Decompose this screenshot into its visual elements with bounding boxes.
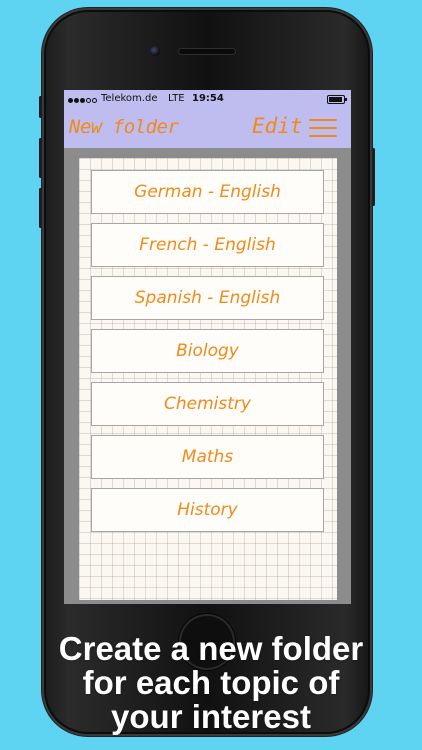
mute-switch	[39, 96, 42, 118]
battery-icon	[327, 95, 347, 104]
folder-item[interactable]: German - English	[91, 170, 324, 214]
network-type: LTE	[168, 93, 185, 104]
caption-line: for each topic of	[82, 664, 340, 701]
caption-line: your interest	[111, 698, 311, 735]
app-screen: Telekom.de LTE 19:54 New folder Edit Ger…	[64, 90, 351, 604]
new-folder-button[interactable]: New folder	[69, 116, 179, 138]
earpiece-speaker	[178, 48, 236, 55]
hamburger-menu-icon[interactable]	[309, 117, 337, 139]
folder-list-background: German - English French - English Spanis…	[79, 158, 337, 600]
navigation-bar: New folder Edit	[64, 110, 351, 148]
caption-line: Create a new folder	[58, 630, 364, 667]
status-bar: Telekom.de LTE 19:54	[64, 90, 351, 110]
volume-down-button	[39, 188, 42, 228]
carrier-name: Telekom.de	[101, 93, 158, 104]
front-camera	[150, 46, 160, 56]
volume-up-button	[39, 138, 42, 178]
edit-button[interactable]: Edit	[252, 114, 303, 138]
folder-item[interactable]: Biology	[91, 329, 324, 373]
signal-strength-icon	[68, 95, 98, 106]
status-time: 19:54	[192, 93, 224, 104]
folder-item[interactable]: Maths	[91, 435, 324, 479]
folder-item[interactable]: French - English	[91, 223, 324, 267]
folder-item[interactable]: Chemistry	[91, 382, 324, 426]
folder-item[interactable]: History	[91, 488, 324, 532]
folder-item[interactable]: Spanish - English	[91, 276, 324, 320]
battery-level	[329, 97, 342, 102]
power-button	[372, 148, 375, 206]
promo-caption: Create a new folder for each topic of yo…	[0, 632, 422, 734]
folder-list: German - English French - English Spanis…	[91, 170, 324, 541]
